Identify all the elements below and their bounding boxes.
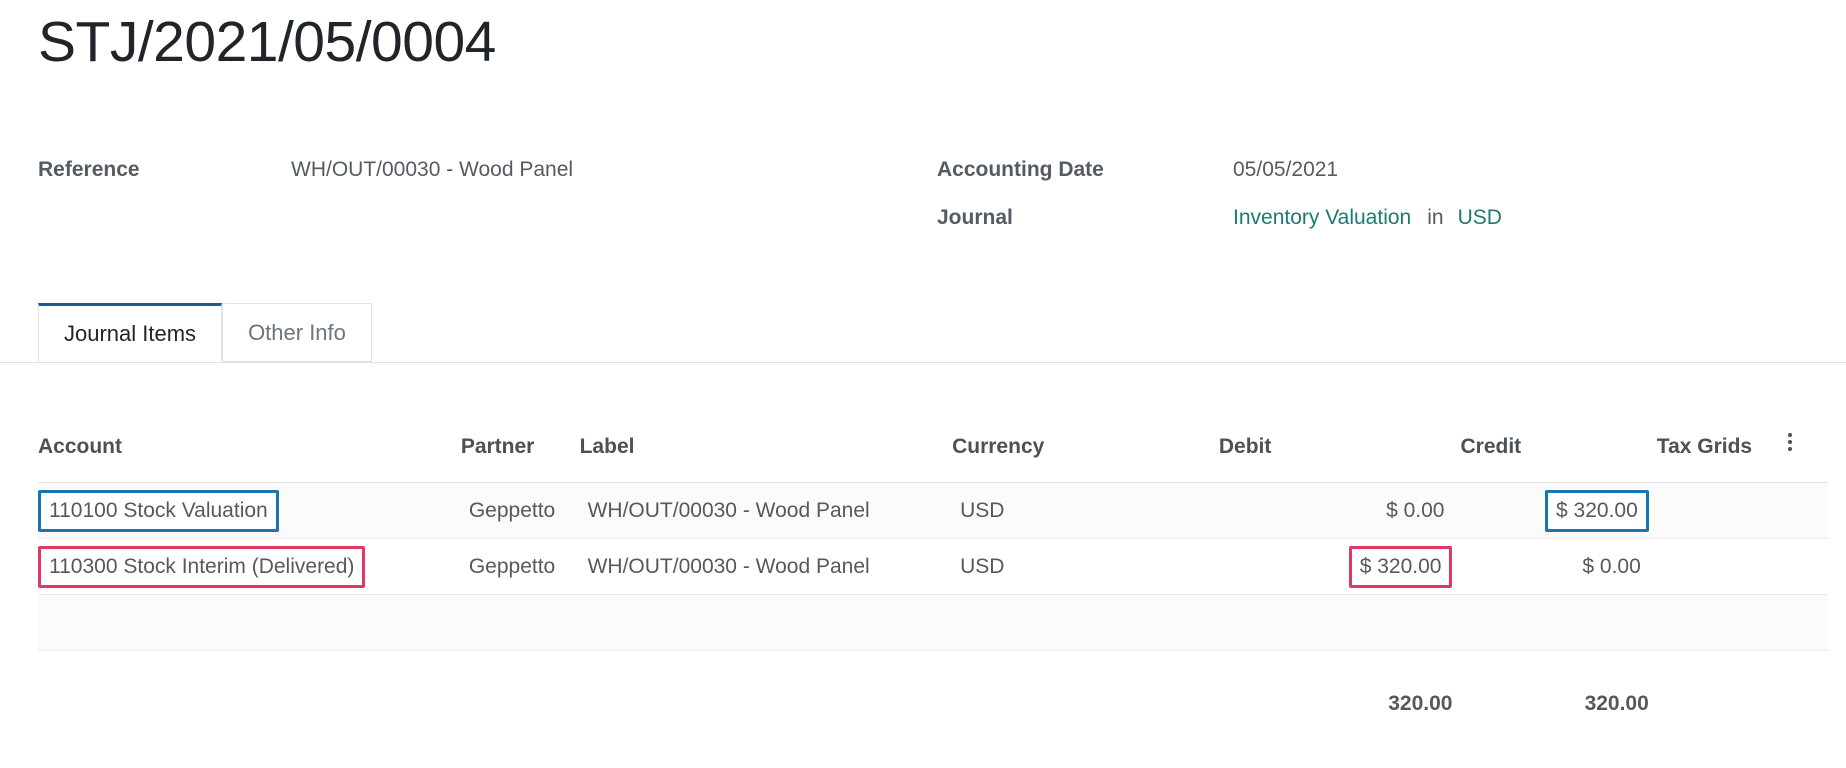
- cell-partner-value: Geppetto: [468, 554, 556, 578]
- totals-spacer-currency: [952, 692, 1219, 716]
- cell-account[interactable]: 110100 Stock Valuation: [38, 482, 461, 539]
- empty-cell-options: [1787, 594, 1828, 651]
- empty-cell-credit[interactable]: [1460, 594, 1657, 651]
- cell-currency[interactable]: USD: [952, 538, 1219, 595]
- tab-bar: Journal Items Other Info: [0, 303, 1846, 363]
- column-header-partner[interactable]: Partner: [460, 430, 580, 483]
- journal-link[interactable]: Inventory Valuation: [1233, 206, 1411, 230]
- field-reference-value[interactable]: WH/OUT/00030 - Wood Panel: [291, 158, 573, 182]
- column-header-currency[interactable]: Currency: [952, 430, 1219, 483]
- cell-row-options: [1787, 482, 1828, 539]
- cell-debit[interactable]: $ 320.00: [1218, 538, 1461, 595]
- totals-debit: 320.00: [1388, 692, 1453, 715]
- cell-row-options: [1787, 538, 1828, 595]
- cell-tax-grids-value: [1657, 561, 1673, 573]
- tab-journal-items[interactable]: Journal Items: [38, 303, 223, 362]
- cell-currency[interactable]: USD: [952, 482, 1219, 539]
- journal-separator-word: in: [1427, 206, 1444, 229]
- empty-cell-currency[interactable]: [952, 594, 1219, 651]
- cell-label-value: WH/OUT/00030 - Wood Panel: [587, 554, 870, 578]
- totals-credit: 320.00: [1584, 692, 1649, 715]
- cell-credit[interactable]: $ 0.00: [1460, 538, 1657, 595]
- cell-tax-grids[interactable]: [1656, 538, 1788, 595]
- tab-journal-items-label: Journal Items: [64, 320, 197, 346]
- cell-tax-grids[interactable]: [1656, 482, 1788, 539]
- cell-label-value: WH/OUT/00030 - Wood Panel: [587, 498, 870, 522]
- totals-spacer-tax-grids: [1657, 692, 1788, 716]
- cell-account[interactable]: 110300 Stock Interim (Delivered): [38, 538, 461, 595]
- field-accounting-date-label: Accounting Date: [937, 158, 1104, 181]
- cell-label[interactable]: WH/OUT/00030 - Wood Panel: [579, 538, 953, 595]
- empty-cell-partner[interactable]: [460, 594, 580, 651]
- field-reference-label: Reference: [38, 158, 140, 181]
- journal-entry-form: STJ/2021/05/0004 Reference WH/OUT/00030 …: [0, 0, 1846, 768]
- cell-tax-grids-value: [1657, 505, 1673, 517]
- column-header-credit[interactable]: Credit: [1460, 430, 1657, 483]
- totals-spacer-partner: [461, 692, 580, 716]
- cell-account-value: 110300 Stock Interim (Delivered): [38, 545, 366, 588]
- cell-partner[interactable]: Geppetto: [460, 538, 580, 595]
- currency-link[interactable]: USD: [1458, 206, 1502, 230]
- cell-account-value: 110100 Stock Valuation: [38, 489, 279, 532]
- field-accounting-date-value[interactable]: 05/05/2021: [1233, 158, 1338, 182]
- journal-items-table: Account Partner Label Currency Debit Cre…: [38, 430, 1828, 651]
- table-header-row: Account Partner Label Currency Debit Cre…: [38, 430, 1828, 483]
- cell-currency-value: USD: [960, 554, 1005, 578]
- field-reference: Reference WH/OUT/00030 - Wood Panel: [38, 158, 573, 182]
- field-journal: Journal Inventory Valuation in USD: [937, 206, 1502, 230]
- totals-spacer-account: [38, 692, 461, 716]
- cell-credit-value: $ 0.00: [1582, 554, 1641, 578]
- cell-partner[interactable]: Geppetto: [460, 482, 580, 539]
- cell-credit-value: $ 320.00: [1545, 489, 1649, 532]
- cell-debit[interactable]: $ 0.00: [1218, 482, 1461, 539]
- column-header-debit[interactable]: Debit: [1218, 430, 1461, 483]
- cell-credit[interactable]: $ 320.00: [1460, 482, 1657, 539]
- field-group: Reference WH/OUT/00030 - Wood Panel Acco…: [0, 148, 1846, 244]
- cell-debit-value: $ 0.00: [1386, 498, 1445, 522]
- totals-spacer-label: [580, 692, 952, 716]
- journal-items-table-wrapper: Account Partner Label Currency Debit Cre…: [38, 430, 1828, 651]
- tab-other-info[interactable]: Other Info: [222, 303, 372, 362]
- column-header-label[interactable]: Label: [579, 430, 953, 483]
- empty-cell-debit[interactable]: [1218, 594, 1461, 651]
- cell-partner-value: Geppetto: [468, 498, 556, 522]
- field-accounting-date: Accounting Date 05/05/2021: [937, 158, 1338, 182]
- column-header-account[interactable]: Account: [38, 430, 461, 483]
- empty-cell-label[interactable]: [579, 594, 953, 651]
- kebab-menu-icon[interactable]: [1787, 430, 1792, 458]
- column-header-tax-grids[interactable]: Tax Grids: [1656, 430, 1788, 483]
- page-title: STJ/2021/05/0004: [38, 10, 496, 74]
- empty-cell-account[interactable]: [38, 594, 461, 651]
- totals-spacer-options: [1788, 692, 1828, 716]
- add-line-row[interactable]: [38, 594, 1828, 651]
- table-row[interactable]: 110100 Stock Valuation Geppetto WH/OUT/0…: [38, 482, 1828, 539]
- field-journal-label: Journal: [937, 206, 1013, 229]
- empty-cell-tax-grids[interactable]: [1656, 594, 1788, 651]
- column-options-header: [1787, 430, 1828, 483]
- cell-label[interactable]: WH/OUT/00030 - Wood Panel: [579, 482, 953, 539]
- tab-other-info-label: Other Info: [248, 319, 346, 345]
- table-row[interactable]: 110300 Stock Interim (Delivered) Geppett…: [38, 538, 1828, 595]
- totals-row: 320.00 320.00: [38, 692, 1828, 716]
- cell-debit-value: $ 320.00: [1348, 545, 1453, 588]
- cell-currency-value: USD: [960, 498, 1005, 522]
